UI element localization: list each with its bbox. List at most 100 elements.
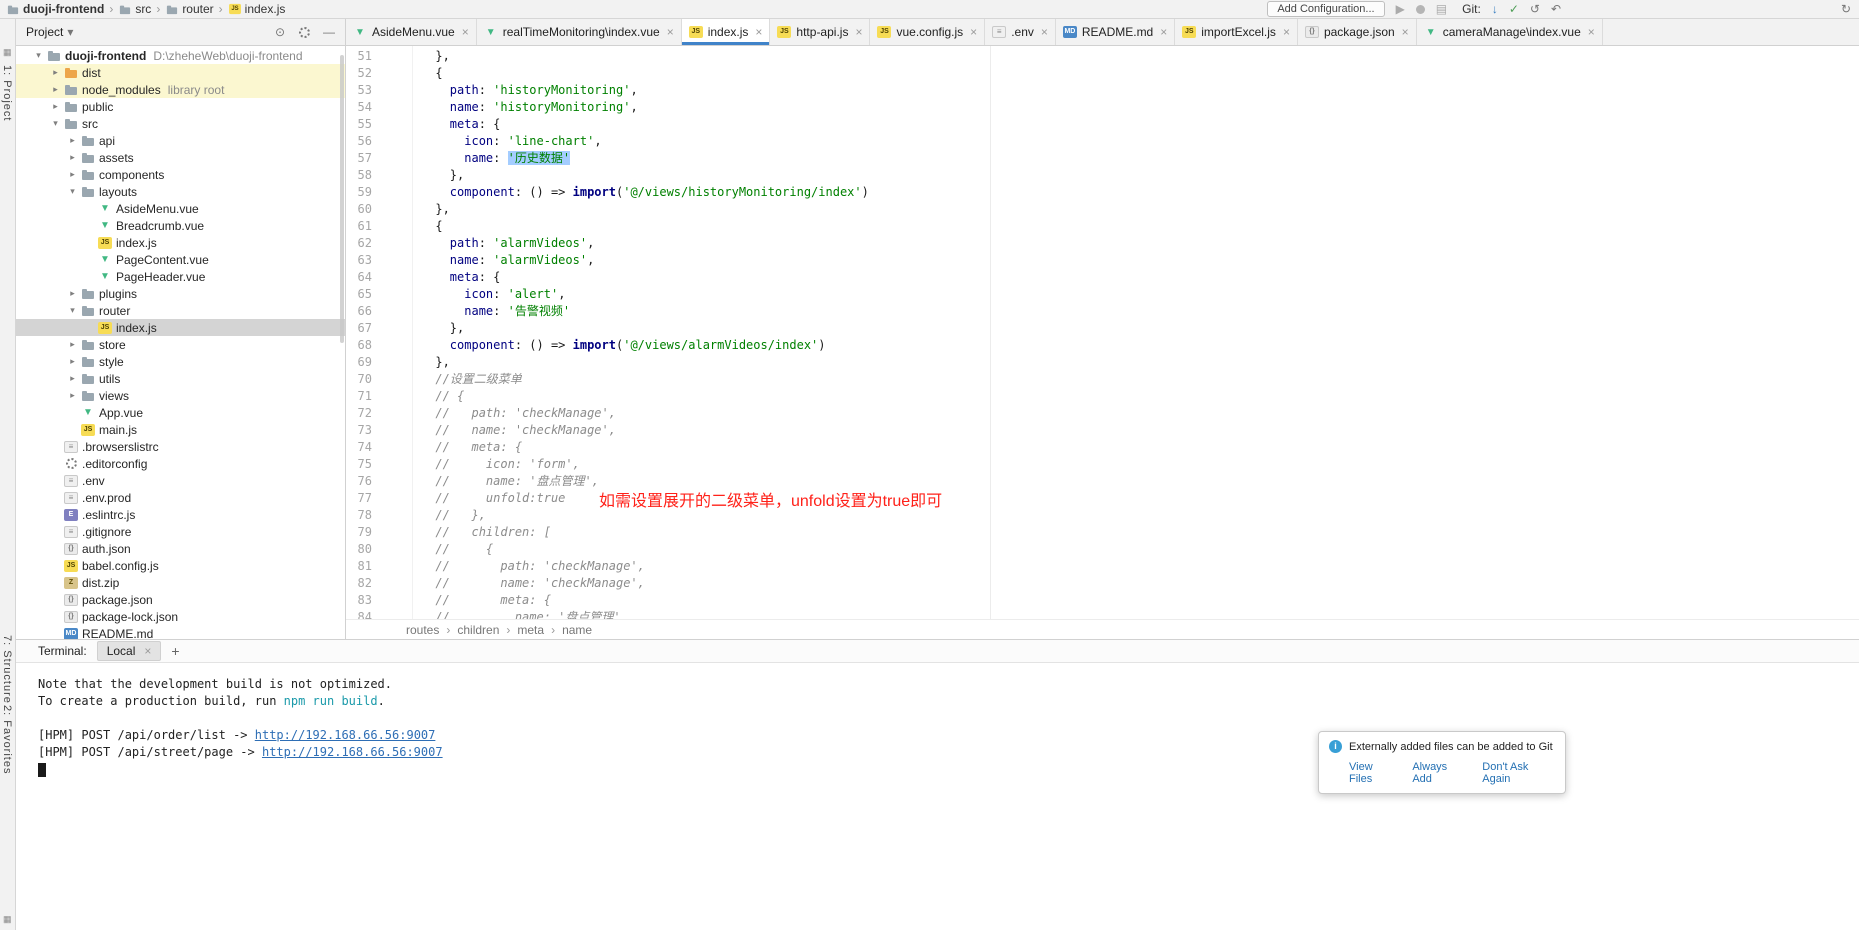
tree-item-dist.zip[interactable]: Zdist.zip	[16, 574, 345, 591]
code-area[interactable]: 如需设置展开的二级菜单，unfold设置为true即可 51 },52 {53 …	[346, 46, 1859, 619]
tree-item-public[interactable]: ▸public	[16, 98, 345, 115]
tree-item-views[interactable]: ▸views	[16, 387, 345, 404]
chevron-down-icon[interactable]: ▾	[64, 186, 81, 197]
tool-windows-toggle-icon[interactable]: ▦	[3, 914, 12, 925]
close-icon[interactable]: ×	[462, 25, 469, 39]
terminal-link[interactable]: http://192.168.66.56:9007	[255, 728, 436, 742]
tree-item-.env[interactable]: ≡.env	[16, 472, 345, 489]
tree-item-index.js[interactable]: JSindex.js	[16, 319, 345, 336]
terminal-output[interactable]: Note that the development build is not o…	[16, 663, 1859, 930]
git-commit-icon[interactable]: ✓	[1509, 3, 1519, 15]
editor-tab-vue.config.js[interactable]: JSvue.config.js×	[870, 19, 985, 45]
close-icon[interactable]: ×	[855, 25, 862, 39]
editor-tab-http-api.js[interactable]: JShttp-api.js×	[770, 19, 870, 45]
chevron-down-icon[interactable]: ▾	[64, 305, 81, 316]
tree-item-Breadcrumb.vue[interactable]: ▼Breadcrumb.vue	[16, 217, 345, 234]
tool-window-icon[interactable]: ▦	[3, 47, 12, 58]
project-panel-title[interactable]: Project	[26, 25, 63, 39]
don-t-ask-again-link[interactable]: Don't Ask Again	[1482, 761, 1555, 785]
editor-tab-importExcel.js[interactable]: JSimportExcel.js×	[1175, 19, 1298, 45]
tree-item-.editorconfig[interactable]: .editorconfig	[16, 455, 345, 472]
close-icon[interactable]: ×	[970, 25, 977, 39]
editor-tab-.env[interactable]: ≡.env×	[985, 19, 1056, 45]
tree-item-dist[interactable]: ▸dist	[16, 64, 345, 81]
close-icon[interactable]: ×	[1402, 25, 1409, 39]
tool-strip-project[interactable]: 1: Project	[1, 65, 13, 121]
chevron-right-icon[interactable]: ▸	[64, 169, 81, 180]
close-icon[interactable]: ×	[667, 25, 674, 39]
debug-icon[interactable]	[1416, 5, 1425, 14]
scrollbar[interactable]	[340, 55, 344, 343]
git-update-icon[interactable]: ↓	[1492, 3, 1498, 15]
close-icon[interactable]: ×	[144, 644, 151, 658]
chevron-down-icon[interactable]: ▾	[47, 118, 64, 129]
terminal-link[interactable]: http://192.168.66.56:9007	[262, 745, 443, 759]
editor-tab-AsideMenu.vue[interactable]: ▼AsideMenu.vue×	[346, 19, 477, 45]
editor-tab-README.md[interactable]: MDREADME.md×	[1056, 19, 1175, 45]
git-history-icon[interactable]: ↺	[1530, 3, 1540, 15]
terminal-tab-local[interactable]: Local ×	[97, 641, 162, 661]
chevron-down-icon[interactable]: ▾	[67, 26, 73, 38]
tool-strip-structure[interactable]: 7: Structure	[1, 635, 13, 704]
chevron-right-icon[interactable]: ▸	[64, 135, 81, 146]
tree-item-layouts[interactable]: ▾layouts	[16, 183, 345, 200]
breadcrumb-item[interactable]: children	[457, 623, 499, 637]
chevron-right-icon[interactable]: ▸	[47, 101, 64, 112]
tree-item-babel.config.js[interactable]: JSbabel.config.js	[16, 557, 345, 574]
settings-icon[interactable]	[297, 26, 311, 39]
tree-item-AsideMenu.vue[interactable]: ▼AsideMenu.vue	[16, 200, 345, 217]
tree-item-auth.json[interactable]: {}auth.json	[16, 540, 345, 557]
breadcrumb-item[interactable]: src	[118, 2, 151, 16]
chevron-down-icon[interactable]: ▾	[30, 50, 47, 61]
tree-item-.eslintrc.js[interactable]: E.eslintrc.js	[16, 506, 345, 523]
tree-item-PageHeader.vue[interactable]: ▼PageHeader.vue	[16, 268, 345, 285]
tree-item-duoji-frontend[interactable]: ▾duoji-frontendD:\zheheWeb\duoji-fronten…	[16, 47, 345, 64]
tree-item-main.js[interactable]: JSmain.js	[16, 421, 345, 438]
tree-item-PageContent.vue[interactable]: ▼PageContent.vue	[16, 251, 345, 268]
close-icon[interactable]: ×	[1041, 25, 1048, 39]
git-rollback-icon[interactable]: ↶	[1551, 3, 1561, 15]
tree-item-utils[interactable]: ▸utils	[16, 370, 345, 387]
tree-item-components[interactable]: ▸components	[16, 166, 345, 183]
breadcrumb-item[interactable]: routes	[406, 623, 439, 637]
tree-item-plugins[interactable]: ▸plugins	[16, 285, 345, 302]
profiler-icon[interactable]: ▤	[1436, 3, 1447, 15]
chevron-right-icon[interactable]: ▸	[64, 152, 81, 163]
editor-tab-index.js[interactable]: JSindex.js×	[682, 19, 771, 45]
tree-item-router[interactable]: ▾router	[16, 302, 345, 319]
tree-item-.browserslistrc[interactable]: ≡.browserslistrc	[16, 438, 345, 455]
chevron-right-icon[interactable]: ▸	[64, 339, 81, 350]
new-terminal-button[interactable]: +	[171, 643, 179, 659]
tree-item-.gitignore[interactable]: ≡.gitignore	[16, 523, 345, 540]
tree-item-package.json[interactable]: {}package.json	[16, 591, 345, 608]
always-add-link[interactable]: Always Add	[1412, 761, 1466, 785]
breadcrumb-item[interactable]: meta	[517, 623, 544, 637]
editor-tab-realTimeMonitoring\index.vue[interactable]: ▼realTimeMonitoring\index.vue×	[477, 19, 682, 45]
close-icon[interactable]: ×	[1588, 25, 1595, 39]
tree-item-assets[interactable]: ▸assets	[16, 149, 345, 166]
view-files-link[interactable]: View Files	[1349, 761, 1396, 785]
tree-item-style[interactable]: ▸style	[16, 353, 345, 370]
chevron-right-icon[interactable]: ▸	[64, 288, 81, 299]
chevron-right-icon[interactable]: ▸	[64, 373, 81, 384]
breadcrumb-item[interactable]: router	[165, 2, 213, 16]
close-icon[interactable]: ×	[755, 25, 762, 39]
sync-icon[interactable]: ↻	[1841, 3, 1851, 15]
tree-item-src[interactable]: ▾src	[16, 115, 345, 132]
chevron-right-icon[interactable]: ▸	[64, 356, 81, 367]
tool-strip-favorites[interactable]: 2: Favorites	[1, 705, 13, 774]
close-icon[interactable]: ×	[1160, 25, 1167, 39]
add-configuration-button[interactable]: Add Configuration...	[1267, 1, 1384, 17]
breadcrumb-item[interactable]: duoji-frontend	[6, 2, 104, 16]
chevron-right-icon[interactable]: ▸	[47, 67, 64, 78]
tree-item-App.vue[interactable]: ▼App.vue	[16, 404, 345, 421]
tree-item-node_modules[interactable]: ▸node_moduleslibrary root	[16, 81, 345, 98]
tree-item-index.js[interactable]: JSindex.js	[16, 234, 345, 251]
hide-panel-icon[interactable]: —	[323, 26, 335, 38]
close-icon[interactable]: ×	[1283, 25, 1290, 39]
chevron-right-icon[interactable]: ▸	[47, 84, 64, 95]
tree-item-README.md[interactable]: MDREADME.md	[16, 625, 345, 639]
editor-tab-cameraManage\index.vue[interactable]: ▼cameraManage\index.vue×	[1417, 19, 1603, 45]
tree-item-api[interactable]: ▸api	[16, 132, 345, 149]
chevron-right-icon[interactable]: ▸	[64, 390, 81, 401]
